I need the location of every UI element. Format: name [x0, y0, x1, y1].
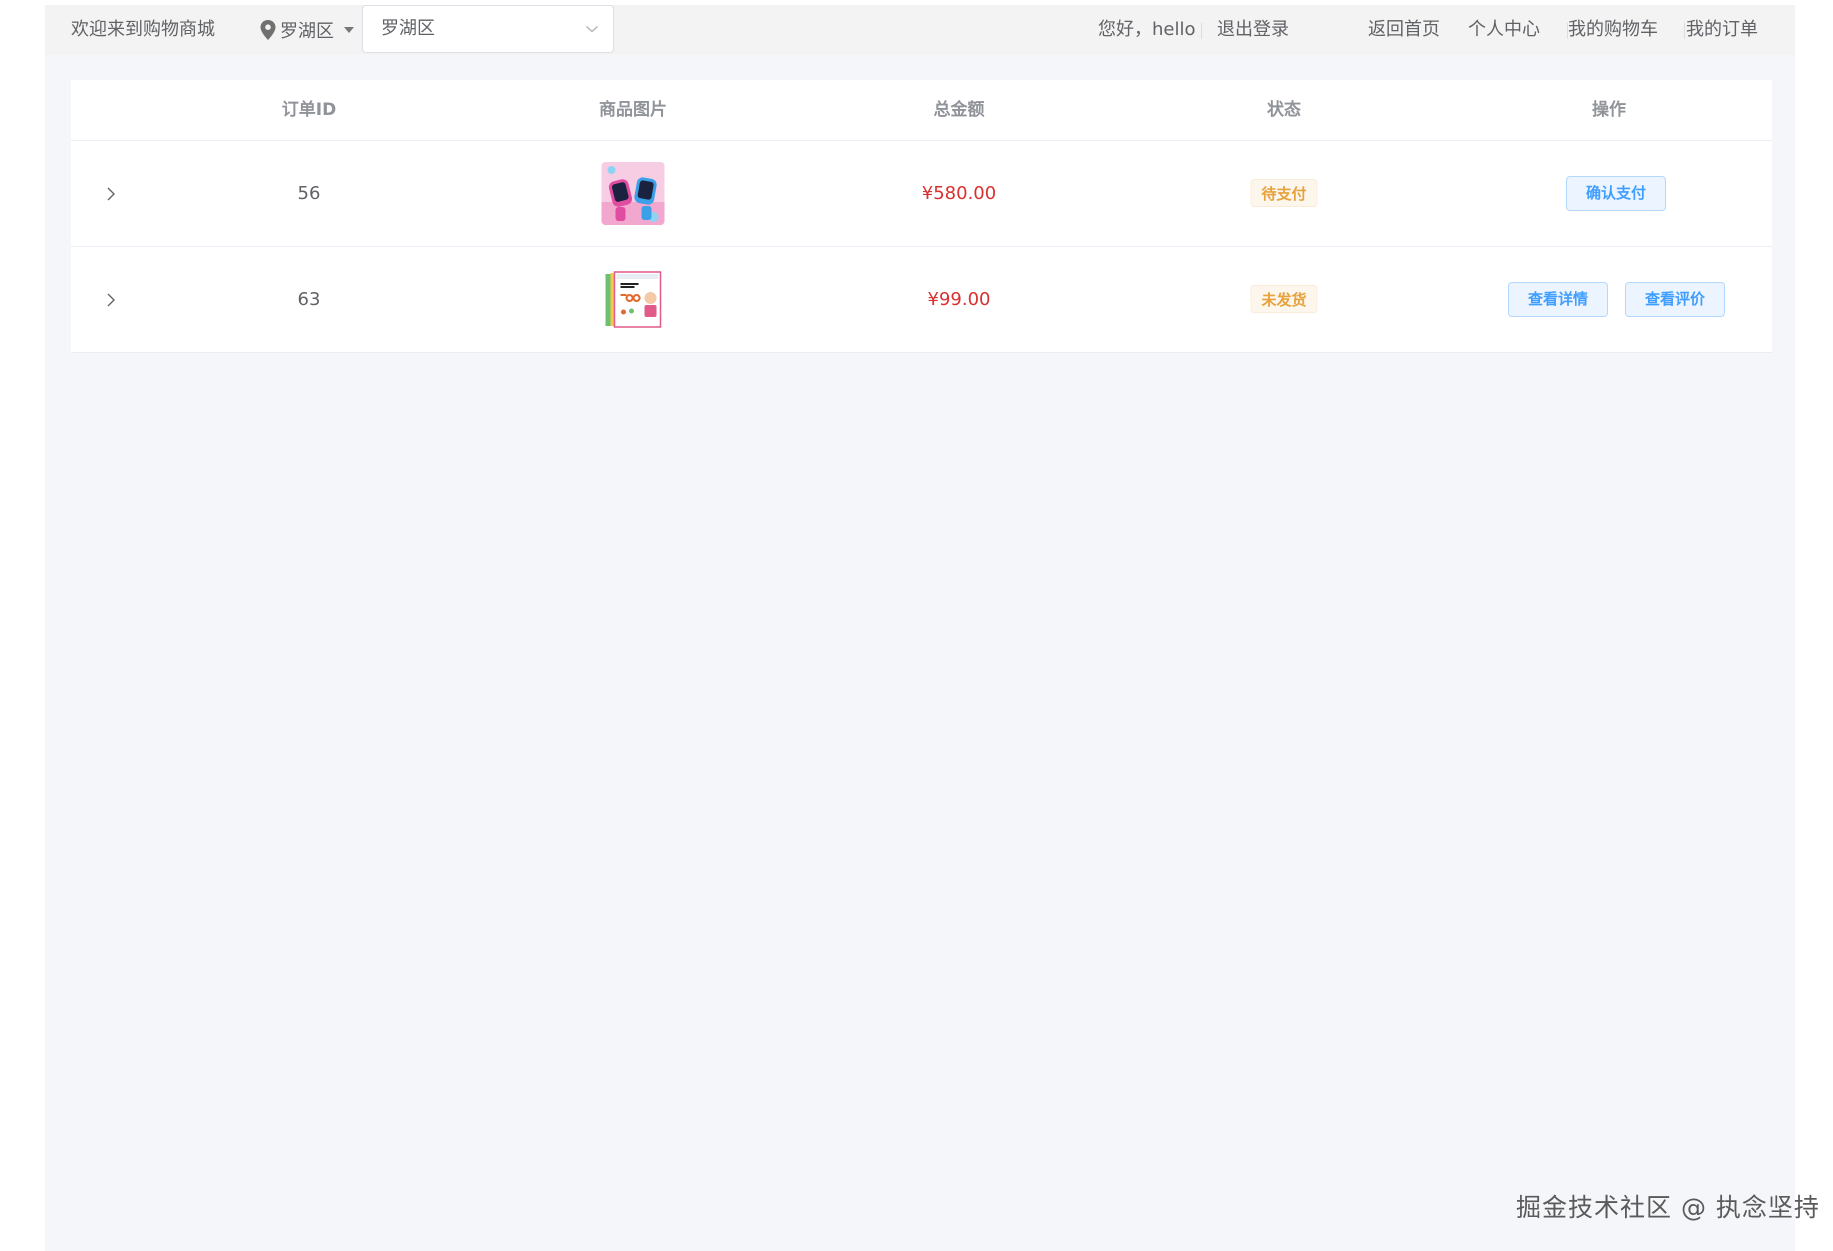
nav-home-link[interactable]: 返回首页	[1368, 5, 1440, 55]
table-row: 56 ¥580.00 待支付 确认支付	[71, 141, 1772, 247]
caret-down-icon	[344, 27, 354, 33]
order-total: ¥99.00	[927, 289, 991, 310]
greeting-text: 您好，hello	[1098, 19, 1196, 40]
column-header-total: 总金额	[933, 100, 985, 120]
view-review-button[interactable]: 查看评价	[1625, 282, 1726, 317]
column-header-actions: 操作	[1592, 100, 1626, 120]
nav-profile-link[interactable]: 个人中心	[1468, 5, 1540, 55]
location-label: 罗湖区	[280, 21, 334, 42]
column-header-product-image: 商品图片	[599, 100, 667, 120]
status-badge: 待支付	[1250, 179, 1318, 207]
location-dropdown[interactable]: 罗湖区	[260, 5, 354, 55]
nav-divider	[1684, 23, 1685, 39]
product-thumbnail	[601, 268, 665, 331]
chevron-right-icon[interactable]	[105, 186, 117, 202]
location-select[interactable]: 罗湖区	[362, 5, 614, 53]
nav-cart-link[interactable]: 我的购物车	[1568, 5, 1658, 55]
confirm-payment-button[interactable]: 确认支付	[1566, 176, 1667, 211]
smartwatch-image	[601, 162, 665, 225]
view-details-button[interactable]: 查看详情	[1508, 282, 1609, 317]
column-header-status: 状态	[1267, 100, 1301, 120]
table-row: 63 ¥99.00 未发货 查看详情 查看评价	[71, 247, 1772, 353]
location-select-value: 罗湖区	[381, 18, 435, 39]
welcome-text: 欢迎来到购物商城	[71, 19, 215, 40]
table-header: 订单ID 商品图片 总金额 状态 操作	[71, 80, 1772, 141]
map-pin-icon	[260, 20, 276, 40]
book-image	[601, 268, 665, 331]
chevron-down-icon	[586, 25, 598, 33]
orders-table: 订单ID 商品图片 总金额 状态 操作 56 ¥580.00 待支付 确认支付 …	[71, 80, 1772, 353]
top-bar: 欢迎来到购物商城 罗湖区 罗湖区 您好，hello 退出登录 返回首页 个人中心…	[45, 5, 1795, 55]
order-id: 63	[297, 289, 321, 310]
product-thumbnail	[601, 162, 665, 225]
nav-orders-link[interactable]: 我的订单	[1686, 5, 1758, 55]
column-header-order-id: 订单ID	[281, 100, 337, 120]
order-id: 56	[297, 183, 321, 204]
status-badge: 未发货	[1250, 285, 1318, 313]
watermark: 掘金技术社区 @ 执念坚持	[1516, 1193, 1820, 1222]
logout-link[interactable]: 退出登录	[1217, 5, 1289, 55]
nav-divider	[1201, 23, 1202, 39]
chevron-right-icon[interactable]	[105, 292, 117, 308]
order-total: ¥580.00	[921, 183, 997, 204]
